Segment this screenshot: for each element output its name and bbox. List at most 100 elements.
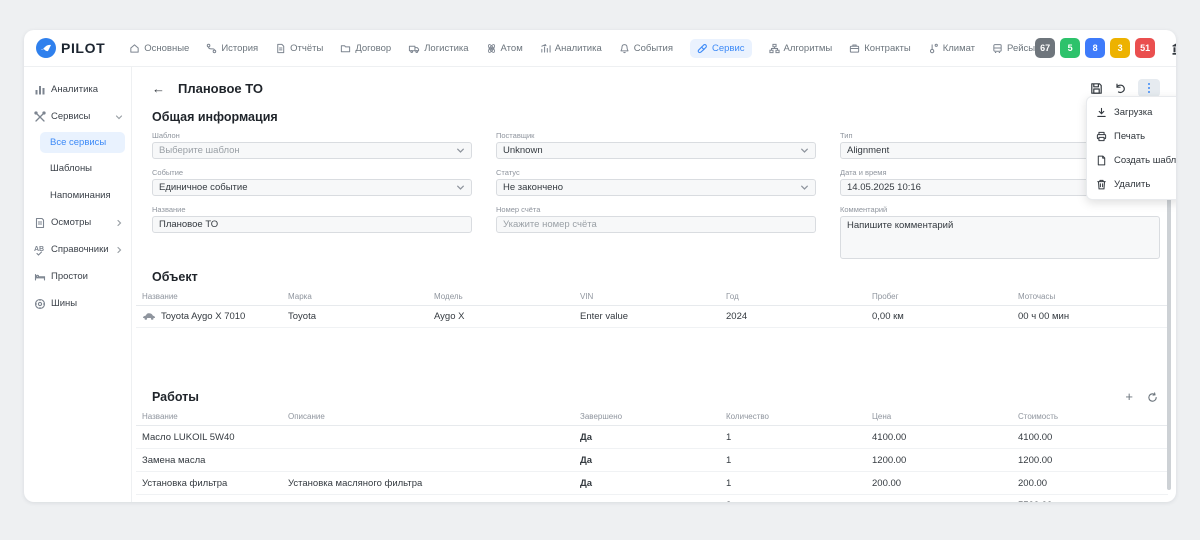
tire-icon: [34, 298, 46, 310]
nav-item-logistics[interactable]: Логистика: [408, 43, 468, 54]
brand-name: PILOT: [61, 40, 105, 56]
back-button[interactable]: ←: [152, 81, 165, 96]
events-bell-icon: [619, 43, 630, 54]
name-input[interactable]: Плановое ТО: [152, 216, 472, 233]
section-title-object: Объект: [152, 270, 1160, 284]
nav-item-main[interactable]: Основные: [129, 43, 189, 54]
undo-icon: [1114, 82, 1127, 95]
menu-item-delete[interactable]: Удалить: [1087, 172, 1176, 196]
status-counters: 67 5 8 3 51: [1035, 38, 1155, 58]
bus-icon: [992, 43, 1003, 54]
counter-blue[interactable]: 8: [1085, 38, 1105, 58]
field-status: Статус Не закончено: [496, 168, 816, 196]
object-row[interactable]: Toyota Aygo X 7010 Toyota Aygo X Enter v…: [136, 306, 1168, 328]
nav-item-reports[interactable]: Отчёты: [275, 43, 323, 54]
sidebar: Аналитика Сервисы Все сервисы Шаблоны На…: [24, 67, 132, 502]
chevron-down-icon: [456, 146, 465, 155]
work-row[interactable]: Замена маслаДа11200.001200.00: [136, 449, 1168, 472]
vin-input[interactable]: Enter value: [574, 306, 720, 328]
page-title: Плановое ТО: [178, 81, 263, 96]
works-total-cost: 5500.00: [1012, 495, 1158, 503]
save-icon: [1090, 82, 1103, 95]
sidebar-item-reminders[interactable]: Напоминания: [24, 182, 131, 209]
sitemap-icon: [769, 43, 780, 54]
sidebar-item-analytics[interactable]: Аналитика: [24, 76, 131, 103]
back-icon: ←: [152, 81, 165, 96]
nav-item-service[interactable]: Сервис: [690, 39, 752, 58]
top-navbar: PILOT Основные История Отчёты Договор Ло…: [24, 30, 1176, 67]
field-event: Событие Единичное событие: [152, 168, 472, 196]
sidebar-item-inspections[interactable]: Осмотры: [24, 209, 131, 236]
general-form: Шаблон Выберите шаблон Поставщик Unknown: [152, 131, 1160, 259]
analytics-icon: [540, 43, 551, 54]
undo-button[interactable]: [1114, 82, 1127, 95]
nav-item-analytics[interactable]: Аналитика: [540, 43, 602, 54]
sidebar-item-directories[interactable]: АВ Справочники: [24, 236, 131, 263]
works-total-qty: 3: [720, 495, 866, 503]
refresh-works-button[interactable]: [1147, 392, 1158, 403]
downtime-icon: [34, 271, 46, 283]
vertical-scrollbar[interactable]: [1167, 178, 1171, 490]
nav-item-history[interactable]: История: [206, 43, 258, 54]
tools-icon: [34, 111, 46, 123]
field-name: Название Плановое ТО: [152, 205, 472, 259]
template-select[interactable]: Выберите шаблон: [152, 142, 472, 159]
menu-item-download[interactable]: Загрузка: [1087, 100, 1176, 124]
thermometer-icon: [928, 43, 939, 54]
brand-logo[interactable]: PILOT: [36, 38, 105, 58]
service-wrench-icon: [697, 43, 708, 54]
user-account[interactable]: demo_demo(master) 95858403.87 ₽: [1171, 38, 1176, 59]
work-row[interactable]: Масло LUKOIL 5W40Да14100.004100.00: [136, 426, 1168, 449]
nav-item-contracts[interactable]: Контракты: [849, 43, 910, 54]
counter-green[interactable]: 5: [1060, 38, 1080, 58]
kebab-dropdown-menu: Загрузка Печать Создать шаблон Удалить: [1086, 96, 1176, 200]
nav-item-algorithms[interactable]: Алгоритмы: [769, 43, 833, 54]
sidebar-item-templates[interactable]: Шаблоны: [24, 155, 131, 182]
sidebar-item-downtime[interactable]: Простои: [24, 263, 131, 290]
nav-item-trips[interactable]: Рейсы: [992, 43, 1035, 54]
atom-icon: [486, 43, 497, 54]
add-work-button[interactable]: +: [1125, 392, 1133, 402]
page-toolbar: [1090, 79, 1160, 97]
field-supplier: Поставщик Unknown: [496, 131, 816, 159]
counter-yellow[interactable]: 3: [1110, 38, 1130, 58]
status-select[interactable]: Не закончено: [496, 179, 816, 196]
object-table: НазваниеМаркаМодельVINГодПробегМоточасы …: [136, 288, 1168, 328]
sidebar-item-tires[interactable]: Шины: [24, 290, 131, 317]
main-nav: Основные История Отчёты Договор Логистик…: [129, 39, 1035, 58]
refresh-icon: [1147, 392, 1158, 403]
contract-icon: [340, 43, 351, 54]
chevron-down-icon: [456, 183, 465, 192]
sidebar-item-all-services[interactable]: Все сервисы: [40, 132, 125, 153]
comment-textarea[interactable]: Напишите комментарий: [840, 216, 1160, 259]
nav-item-atom[interactable]: Атом: [486, 43, 523, 54]
chevron-down-icon: [800, 183, 809, 192]
chevron-right-icon: [115, 246, 123, 254]
nav-item-events[interactable]: События: [619, 43, 673, 54]
counter-red[interactable]: 51: [1135, 38, 1155, 58]
work-row[interactable]: Установка фильтраУстановка масляного фил…: [136, 472, 1168, 495]
field-template: Шаблон Выберите шаблон: [152, 131, 472, 159]
svg-text:АВ: АВ: [34, 246, 44, 253]
event-select[interactable]: Единичное событие: [152, 179, 472, 196]
menu-item-create-template[interactable]: Создать шаблон: [1087, 148, 1176, 172]
nav-item-climate[interactable]: Климат: [928, 43, 975, 54]
sidebar-item-services[interactable]: Сервисы: [24, 103, 131, 130]
plus-icon: +: [1125, 389, 1133, 404]
object-table-header: НазваниеМаркаМодельVINГодПробегМоточасы: [136, 288, 1168, 306]
menu-item-print[interactable]: Печать: [1087, 124, 1176, 148]
field-invoice: Номер счёта Укажите номер счёта: [496, 205, 816, 259]
supplier-select[interactable]: Unknown: [496, 142, 816, 159]
save-button[interactable]: [1090, 82, 1103, 95]
counter-gray[interactable]: 67: [1035, 38, 1055, 58]
briefcase-icon: [849, 43, 860, 54]
analytics-icon: [34, 84, 46, 96]
invoice-input[interactable]: Укажите номер счёта: [496, 216, 816, 233]
chevron-down-icon: [800, 146, 809, 155]
works-table-header: НазваниеОписаниеЗавершеноКоличествоЦенаС…: [136, 408, 1168, 426]
nav-item-agreement[interactable]: Договор: [340, 43, 391, 54]
history-icon: [206, 43, 217, 54]
section-title-works: Работы: [152, 390, 199, 404]
clipboard-icon: [34, 217, 46, 229]
kebab-menu-button[interactable]: [1138, 79, 1160, 97]
